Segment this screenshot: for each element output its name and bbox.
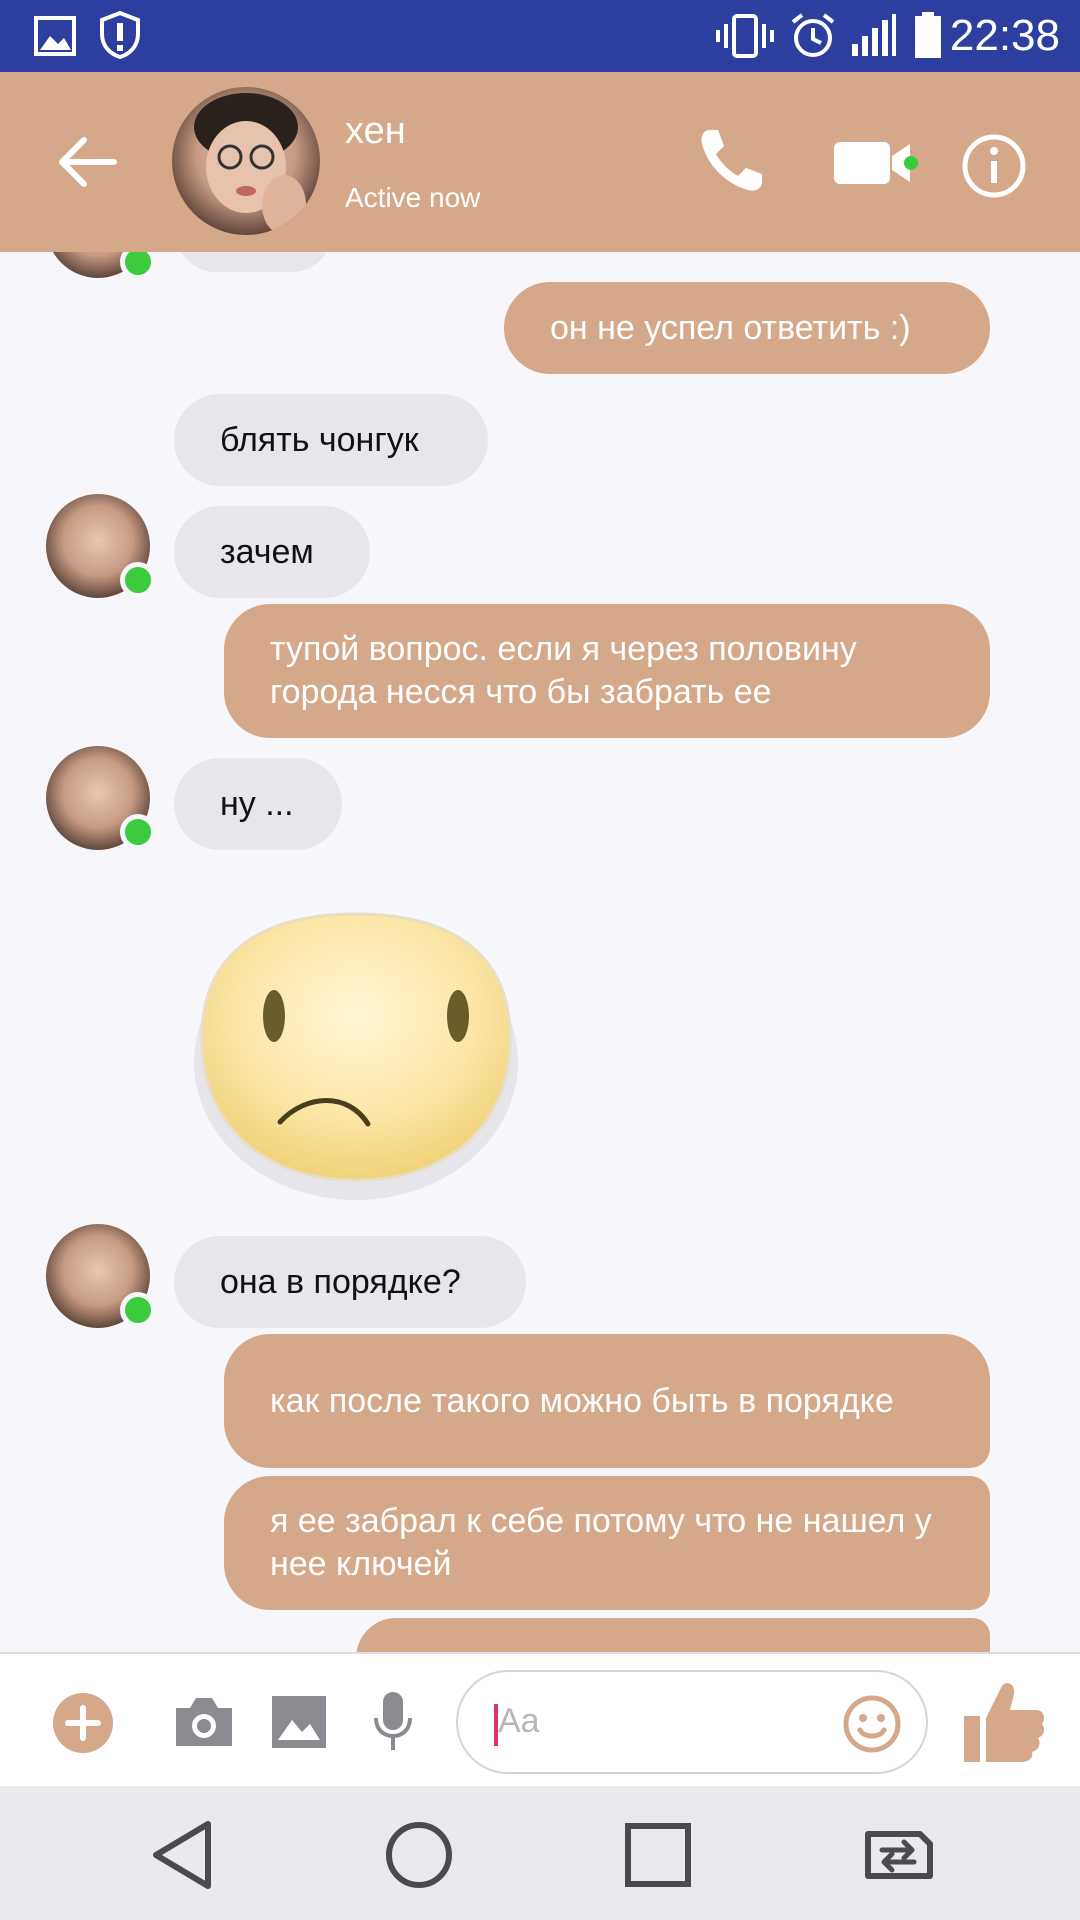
info-icon[interactable]	[960, 132, 1028, 200]
avatar-portrait	[194, 93, 306, 235]
battery-icon	[915, 12, 941, 58]
online-indicator	[120, 562, 156, 598]
message-bubble-sent[interactable]: тупой вопрос. если я через половину горо…	[224, 604, 990, 738]
message-text: тупой вопрос. если я через половину горо…	[270, 630, 857, 711]
composer-bar: Aa	[0, 1652, 1080, 1788]
input-placeholder: Aa	[498, 1702, 540, 1740]
conversation-header: хен Active now	[0, 72, 1080, 252]
online-indicator	[120, 252, 156, 280]
plus-icon[interactable]	[52, 1692, 114, 1754]
status-bar: 22:38	[0, 0, 1080, 72]
image-icon[interactable]	[270, 1694, 328, 1750]
camera-icon[interactable]	[172, 1694, 236, 1750]
back-triangle-icon[interactable]	[150, 1820, 214, 1890]
message-bubble-received[interactable]: ну ...	[174, 758, 342, 850]
phone-icon[interactable]	[690, 122, 770, 202]
message-bubble-received[interactable]: она в порядке?	[174, 1236, 526, 1328]
message-bubble-partial[interactable]	[176, 252, 332, 272]
switch-sim-icon[interactable]	[856, 1826, 940, 1884]
message-text: он не успел ответить :)	[550, 308, 911, 347]
shield-alert-icon	[100, 10, 140, 60]
active-status: Active now	[345, 182, 481, 213]
message-bubble-sent[interactable]: как после такого можно быть в порядке	[224, 1334, 990, 1468]
message-bubble-received[interactable]: зачем	[174, 506, 370, 598]
clock: 22:38	[949, 11, 1060, 60]
thumbs-up-icon[interactable]	[962, 1678, 1046, 1766]
contact-name: хен	[345, 110, 406, 152]
online-indicator	[904, 156, 918, 170]
message-bubble-received[interactable]: блять чонгук	[174, 394, 488, 486]
message-bubble-sent[interactable]: я ее забрал к себе потому что не нашел у…	[224, 1476, 990, 1610]
message-bubble-sent[interactable]: он не успел ответить :)	[504, 282, 990, 374]
message-text: как после такого можно быть в порядке	[270, 1381, 894, 1420]
vibrate-icon	[716, 14, 774, 58]
signal-icon	[852, 14, 896, 56]
online-indicator	[120, 1292, 156, 1328]
home-circle-icon[interactable]	[384, 1820, 454, 1890]
message-text: блять чонгук	[220, 420, 419, 459]
gallery-icon	[34, 16, 76, 56]
message-input[interactable]: Aa	[456, 1670, 928, 1774]
message-list[interactable]: он не успел ответить :) блять чонгук зач…	[0, 252, 1080, 1652]
message-bubble-partial[interactable]	[356, 1618, 990, 1652]
online-indicator	[120, 814, 156, 850]
message-text: зачем	[220, 532, 314, 571]
microphone-icon[interactable]	[372, 1690, 414, 1754]
contact-avatar[interactable]	[172, 87, 320, 235]
message-text: ну ...	[220, 784, 294, 823]
recents-square-icon[interactable]	[624, 1822, 692, 1888]
system-navigation-bar	[0, 1786, 1080, 1920]
message-text: она в порядке?	[220, 1262, 461, 1301]
alarm-icon	[791, 13, 835, 57]
back-arrow-icon[interactable]	[52, 128, 120, 196]
emoji-icon[interactable]	[842, 1694, 902, 1754]
sad-face-sticker[interactable]	[188, 888, 524, 1216]
message-text: я ее забрал к себе потому что не нашел у…	[270, 1502, 932, 1583]
